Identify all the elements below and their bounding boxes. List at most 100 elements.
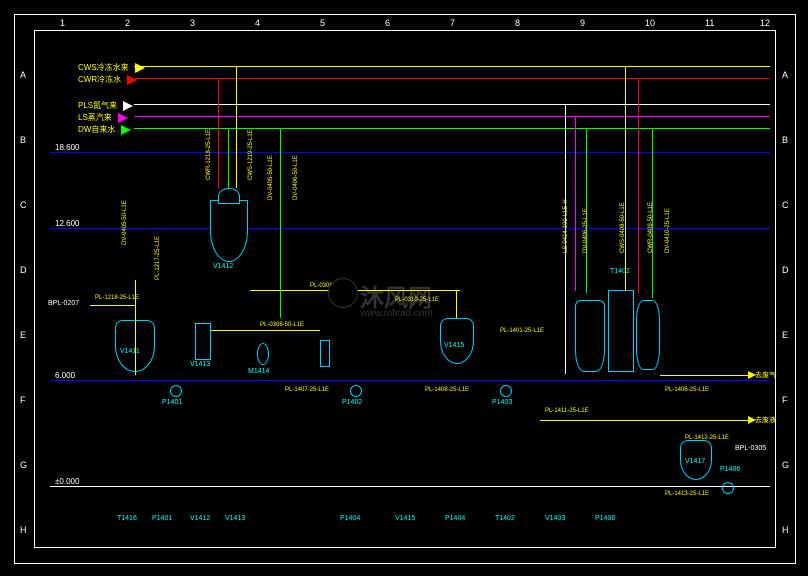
row-h: H (20, 525, 27, 535)
bpl-right: BPL-0305 (735, 445, 766, 452)
inner-frame (34, 30, 776, 548)
bt-10: P1406 (595, 515, 615, 522)
bt-2: V1412 (190, 515, 210, 522)
pl-p16: PL-1411-25-L1E (545, 408, 589, 414)
pl-p8: PL-0308-50-L1E (260, 322, 304, 328)
col-6: 6 (385, 18, 390, 28)
arrow-icon (127, 75, 137, 85)
ls-header-line (134, 116, 770, 117)
row-d-r: D (782, 265, 789, 275)
legend-pls-text: PLS氮气来 (78, 100, 117, 111)
arrow-icon (118, 113, 128, 123)
legend-pls: PLS氮气来 (78, 100, 133, 111)
tag-p1401: P1401 (162, 399, 182, 406)
pl-p13: PL-1413-25-L1E (665, 491, 709, 497)
out1-line (660, 375, 750, 376)
cws-header-line (134, 66, 770, 67)
col-3: 3 (190, 18, 195, 28)
pl-p3: CWR-1218-25-L1E (206, 129, 212, 180)
col-4: 4 (255, 18, 260, 28)
row-c-r: C (782, 200, 789, 210)
pl-p15: PL-1406-25-L1E (665, 387, 709, 393)
pl-p5: DV-0405-50-L1E (268, 155, 274, 200)
legend-ls-text: LS蒸汽来 (78, 112, 112, 123)
row-e: E (20, 330, 26, 340)
col-7: 7 (450, 18, 455, 28)
ls-drop (575, 116, 576, 291)
elev-6000-line (50, 380, 770, 381)
pl-p19: CWS-0408-50-L1E (620, 202, 626, 253)
bt-0: T1416 (117, 515, 137, 522)
col-1: 1 (60, 18, 65, 28)
bpl-left: BPL-0207 (48, 300, 79, 307)
legend-dw-text: DW自来水 (78, 124, 115, 135)
pl-p20: CWR-0409-50-L1E (648, 202, 654, 253)
row-f: F (20, 395, 26, 405)
cwr-drop2 (638, 78, 639, 293)
legend-dw: DW自来水 (78, 124, 131, 135)
row-d: D (20, 265, 27, 275)
tag-m1414: M1414 (248, 368, 269, 375)
elev-1: 18.600 (55, 143, 79, 152)
output-1: 去废气 (755, 370, 776, 380)
col-10: 10 (645, 18, 655, 28)
legend-ls: LS蒸汽来 (78, 112, 128, 123)
row-a: A (20, 70, 26, 80)
elev-4: ±0.000 (55, 477, 79, 486)
pump-p1401 (170, 385, 182, 397)
pl-p9: PL-0310-25-L1E (395, 297, 439, 303)
row-c: C (20, 200, 27, 210)
pump-p1403 (500, 385, 512, 397)
row-e-r: E (782, 330, 788, 340)
legend-cws: CWS冷冻水来 (78, 62, 145, 73)
elev-12600-line (50, 228, 770, 229)
legend-cwr-text: CWR冷冻水 (78, 74, 121, 85)
pls-header-line (134, 104, 770, 105)
bt-3: V1413 (225, 515, 245, 522)
column-v1413 (195, 323, 211, 360)
pipe-h (90, 305, 135, 306)
pl-p2: PL-1217-25-L1E (155, 236, 161, 280)
elev-3: 6.000 (55, 371, 75, 380)
tag-v1411: V1411 (120, 348, 140, 355)
bt-6: V1415 (395, 515, 415, 522)
row-g: G (20, 460, 27, 470)
row-g-r: G (782, 460, 789, 470)
tag-p1403: P1403 (492, 399, 512, 406)
row-a-r: A (782, 70, 788, 80)
pl-p21: DV-0410-25-L1E (665, 208, 671, 253)
reactor-head (218, 188, 240, 204)
elev-2: 12.600 (55, 219, 79, 228)
tag-v1417: V1417 (685, 458, 705, 465)
arrow-icon (135, 63, 145, 73)
row-b-r: B (782, 135, 788, 145)
reactor-v1412 (210, 200, 248, 262)
col-8: 8 (515, 18, 520, 28)
pl-p1: PL-1218-25-L1E (95, 295, 139, 301)
watermark-url: www.mfcad.com (360, 308, 433, 319)
small-column (320, 340, 330, 367)
drawing-canvas[interactable]: /*labels done below via binding*/ 1 2 3 … (0, 0, 808, 576)
out2-line (540, 420, 750, 421)
tag-v1412: V1412 (213, 263, 233, 270)
pl-p10: PL-1407-25-L1E (285, 387, 329, 393)
pl-p12: PL-1412-25-L1E (685, 435, 729, 441)
tag-t1402: T1402 (610, 268, 630, 275)
legend-cws-text: CWS冷冻水来 (78, 62, 129, 73)
row-h-r: H (782, 525, 789, 535)
pl-p17: LS-0414-100-L1E-H (563, 199, 569, 253)
tower-right (636, 300, 660, 370)
pl-p6: DV-0406-50-L1E (293, 155, 299, 200)
arrow-icon (121, 125, 131, 135)
bt-7: P1404 (445, 515, 465, 522)
pl-p11: PL-1408-25-L1E (425, 387, 469, 393)
bt-8: T1402 (495, 515, 515, 522)
pipe-to-v1415 (456, 290, 457, 318)
tank-v1415 (440, 318, 474, 364)
tower-mid (608, 290, 634, 372)
elev-18600-line (50, 152, 770, 153)
arrow-icon (123, 101, 133, 111)
pump-p1402 (350, 385, 362, 397)
tower-left (575, 300, 605, 372)
col-11: 11 (705, 18, 714, 28)
